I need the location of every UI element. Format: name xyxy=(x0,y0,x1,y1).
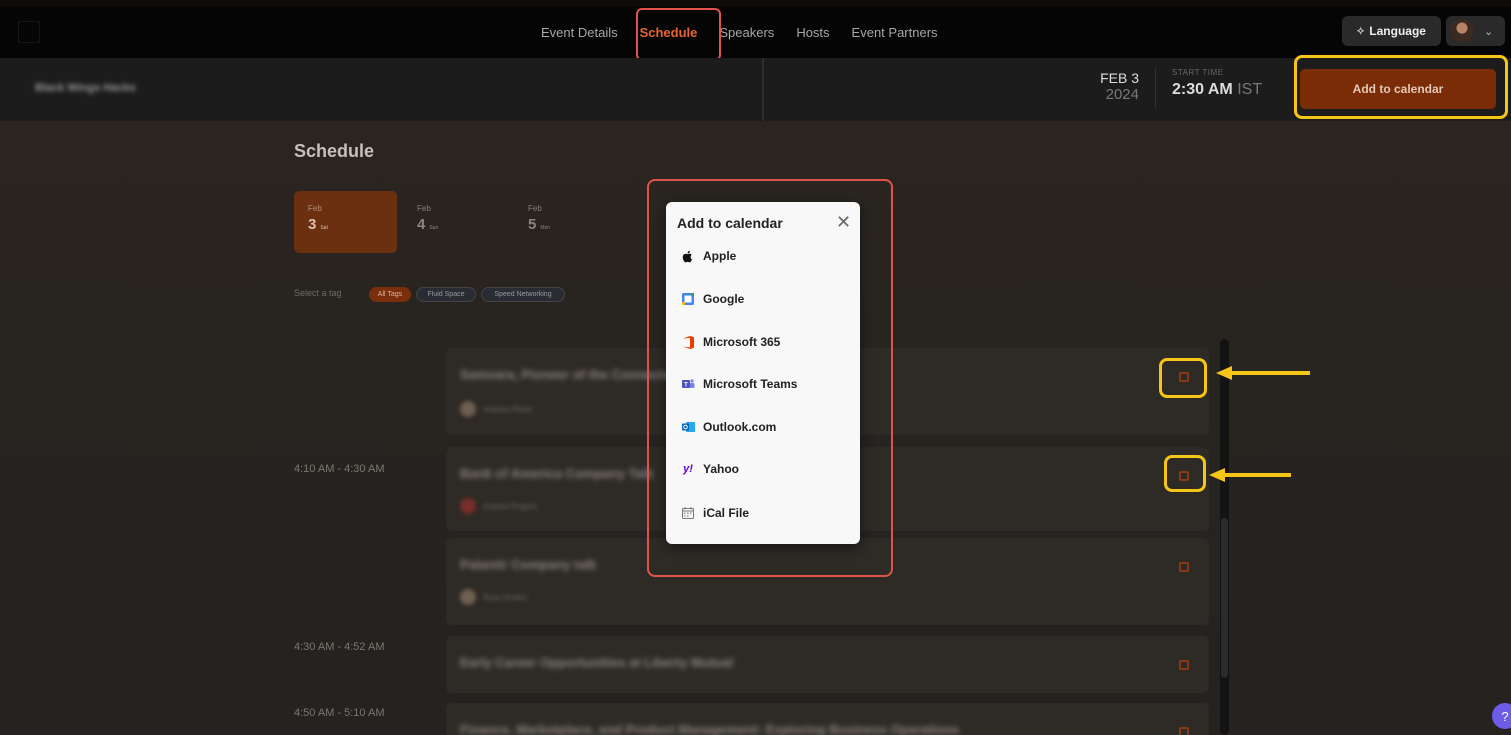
avatar xyxy=(460,401,476,417)
calendar-icon[interactable] xyxy=(1179,562,1189,572)
calendar-option-google[interactable]: Google xyxy=(681,290,744,308)
session-title: Finance, Marketplace, and Product Manage… xyxy=(460,722,960,735)
divider xyxy=(762,58,764,121)
date-day-number: 3 xyxy=(308,216,317,233)
add-to-calendar-modal: Add to calendar ✕ Apple Google Microsoft… xyxy=(666,202,860,544)
microsoft-365-icon xyxy=(681,335,695,349)
avatar xyxy=(1450,19,1474,43)
time-slot: 4:10 AM - 4:30 AM xyxy=(294,463,385,475)
calendar-option-apple[interactable]: Apple xyxy=(681,247,736,265)
tab-event-partners[interactable]: Event Partners xyxy=(852,25,938,40)
translate-icon: ⟡ xyxy=(1357,24,1365,37)
session-speaker: Andrea Rogers xyxy=(460,497,550,515)
svg-text:T: T xyxy=(684,383,688,389)
option-label: Apple xyxy=(703,249,737,263)
tag-speed-networking[interactable]: Speed Networking xyxy=(481,287,565,302)
date-weekday: Sun xyxy=(429,225,439,231)
date-day-number: 5 xyxy=(528,216,537,233)
tag-all-tags[interactable]: All Tags xyxy=(369,287,411,302)
time-slot: 4:30 AM - 4:52 AM xyxy=(294,641,385,653)
date-day: 5 Mon xyxy=(528,216,617,233)
option-label: Microsoft Teams xyxy=(703,377,798,391)
add-to-calendar-highlight xyxy=(1294,55,1508,119)
date-day: 4 Sun xyxy=(417,216,506,233)
calendar-option-microsoft-teams[interactable]: T Microsoft Teams xyxy=(681,375,797,393)
apple-icon xyxy=(681,249,695,263)
speaker-name: Andrea Rogers xyxy=(483,501,537,511)
speaker-name: Ryan Ansley xyxy=(483,592,528,602)
session-card[interactable]: Early Career Opportunities at Liberty Mu… xyxy=(446,636,1209,693)
date-month: Feb xyxy=(308,204,322,213)
schedule-heading: Schedule xyxy=(294,141,375,161)
microsoft-teams-icon: T xyxy=(681,377,695,391)
date-day-number: 4 xyxy=(417,216,426,233)
speaker-name: Andrew Reed xyxy=(483,404,532,414)
event-date-month-day: FEB 3 xyxy=(1100,70,1139,86)
option-label: iCal File xyxy=(703,506,750,520)
session-title: Early Career Opportunities at Liberty Mu… xyxy=(460,655,734,670)
session-title: Palantir Company talk xyxy=(460,557,597,572)
chevron-down-icon: ⌄ xyxy=(1484,25,1494,38)
session-speaker: Ryan Ansley xyxy=(460,588,550,606)
date-card-feb-3[interactable]: Feb 3 Sat xyxy=(294,191,397,253)
profile-menu-button[interactable]: ⌄ xyxy=(1446,16,1505,46)
date-month: Feb xyxy=(417,204,431,213)
session-title: Bank of America Company Talk xyxy=(460,466,654,481)
tab-speakers[interactable]: Speakers xyxy=(719,25,774,40)
event-start-time: START TIME 2:30 AM IST xyxy=(1172,68,1262,99)
calendar-icon-highlight xyxy=(1164,455,1206,492)
option-label: Google xyxy=(703,292,745,306)
logo[interactable] xyxy=(18,21,40,43)
calendar-icon[interactable] xyxy=(1179,727,1189,735)
tab-hosts[interactable]: Hosts xyxy=(796,25,829,40)
date-card-feb-4[interactable]: Feb 4 Sun xyxy=(403,191,506,253)
time-slot: 4:50 AM - 5:10 AM xyxy=(294,707,385,719)
event-date: FEB 3 2024 xyxy=(1097,70,1139,103)
start-time: 2:30 AM xyxy=(1172,81,1233,98)
language-button[interactable]: ⟡ Language xyxy=(1342,16,1441,46)
language-label: Language xyxy=(1369,24,1426,38)
date-weekday: Mon xyxy=(540,225,551,231)
avatar xyxy=(460,589,476,605)
scrollbar-thumb[interactable] xyxy=(1221,518,1228,678)
avatar xyxy=(460,498,476,514)
option-label: Yahoo xyxy=(703,462,740,476)
tag-label: Select a tag xyxy=(294,288,342,298)
google-calendar-icon xyxy=(681,292,695,306)
schedule-tab-highlight xyxy=(636,8,721,61)
outlook-icon xyxy=(681,420,695,434)
date-card-feb-5[interactable]: Feb 5 Mon xyxy=(514,191,617,253)
yahoo-icon: y! xyxy=(683,463,693,475)
top-nav: Event Details Schedule Speakers Hosts Ev… xyxy=(0,7,1511,58)
option-label: Microsoft 365 xyxy=(703,335,781,349)
session-speaker: Andrew Reed xyxy=(460,400,550,418)
date-month: Feb xyxy=(528,204,542,213)
arrow-left-icon xyxy=(1209,468,1291,482)
option-label: Outlook.com xyxy=(703,420,777,434)
help-button[interactable]: ? xyxy=(1492,703,1511,729)
divider xyxy=(1155,68,1156,108)
tab-event-details[interactable]: Event Details xyxy=(541,25,618,40)
calendar-icon-highlight xyxy=(1159,358,1207,398)
arrow-left-icon xyxy=(1216,366,1310,380)
event-bar: Black Wings Hacks FEB 3 2024 START TIME … xyxy=(0,58,1511,121)
calendar-option-microsoft-365[interactable]: Microsoft 365 xyxy=(681,333,780,351)
event-date-year: 2024 xyxy=(1105,86,1139,103)
date-day: 3 Sat xyxy=(308,216,397,233)
timezone: IST xyxy=(1237,81,1263,98)
calendar-file-icon xyxy=(681,506,695,520)
date-weekday: Sat xyxy=(320,225,328,231)
calendar-option-ical[interactable]: iCal File xyxy=(681,504,749,522)
close-icon[interactable]: ✕ xyxy=(836,213,851,231)
event-title: Black Wings Hacks xyxy=(35,82,136,94)
calendar-option-yahoo[interactable]: y! Yahoo xyxy=(681,460,739,478)
tag-fluid-space[interactable]: Fluid Space xyxy=(416,287,476,302)
calendar-option-outlook[interactable]: Outlook.com xyxy=(681,418,776,436)
start-time-value: 2:30 AM IST xyxy=(1172,81,1262,99)
nav-tabs: Event Details Schedule Speakers Hosts Ev… xyxy=(530,7,949,58)
calendar-icon[interactable] xyxy=(1179,660,1189,670)
modal-title: Add to calendar xyxy=(677,215,783,231)
start-time-label: START TIME xyxy=(1172,68,1224,77)
session-card[interactable]: Finance, Marketplace, and Product Manage… xyxy=(446,703,1209,735)
